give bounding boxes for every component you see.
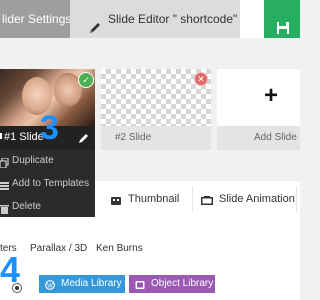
- check-icon: ✓: [78, 72, 94, 88]
- radio-button[interactable]: [12, 283, 22, 293]
- tab-slider-settings[interactable]: lider Settings: [0, 0, 70, 38]
- thumbnail-icon: [111, 194, 121, 208]
- slide-animation-icon: [201, 194, 213, 208]
- plus-icon: +: [264, 82, 279, 109]
- tab-slide-editor[interactable]: Slide Editor " shortcode": [70, 0, 240, 38]
- object-library-label: Object Library: [151, 278, 214, 289]
- edit-slide-pencil-icon[interactable]: [78, 132, 90, 147]
- close-icon[interactable]: ✕: [194, 72, 208, 86]
- library-icon: [135, 279, 145, 297]
- thumbnail-button[interactable]: Thumbnail: [128, 193, 179, 205]
- save-button[interactable]: [264, 0, 300, 38]
- annotation-number-3: 3: [40, 109, 59, 147]
- svg-text:W: W: [47, 284, 53, 290]
- menu-item-add-to-templates[interactable]: Add to Templates: [0, 174, 95, 194]
- sub-tab-parallax-3d[interactable]: Parallax / 3D: [30, 243, 87, 254]
- sub-tab-ken-burns[interactable]: Ken Burns: [96, 243, 143, 254]
- tab-slide-editor-label: Slide Editor " shortcode": [108, 12, 238, 26]
- media-library-label: Media Library: [61, 278, 122, 289]
- toolbar-divider: [296, 186, 297, 212]
- tab-slider-settings-label: lider Settings: [2, 12, 70, 26]
- menu-item-duplicate-label: Duplicate: [12, 155, 54, 166]
- object-library-button[interactable]: Object Library: [129, 275, 215, 293]
- add-slide-label: Add Slide: [254, 132, 297, 143]
- slide-1-label-text: #1 Slide: [4, 131, 44, 143]
- menu-item-delete[interactable]: Delete: [0, 197, 95, 217]
- wordpress-icon: W: [45, 279, 55, 297]
- toolbar-divider: [192, 186, 193, 212]
- media-library-button[interactable]: W Media Library: [39, 275, 125, 293]
- menu-item-add-to-templates-label: Add to Templates: [12, 178, 90, 189]
- templates-icon: [0, 179, 9, 199]
- slide-animation-button[interactable]: Slide Animation: [219, 193, 295, 205]
- add-slide-button[interactable]: [217, 69, 300, 126]
- menu-item-duplicate[interactable]: Duplicate: [0, 151, 95, 171]
- slide-2-label: #2 Slide: [115, 132, 152, 143]
- menu-item-delete-label: Delete: [12, 201, 41, 212]
- duplicate-icon: [0, 156, 9, 176]
